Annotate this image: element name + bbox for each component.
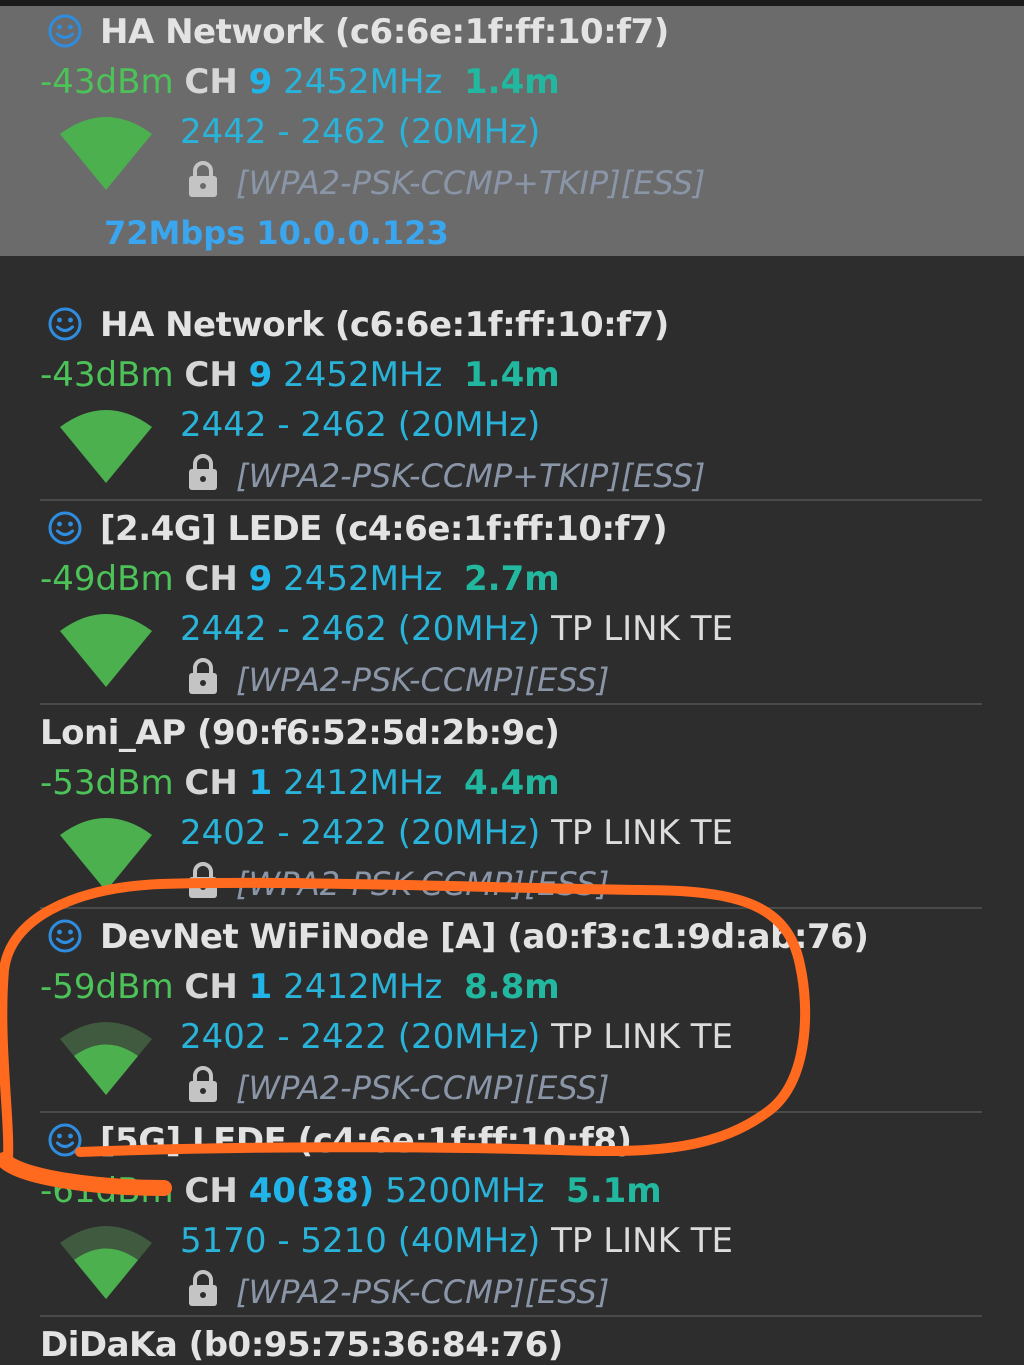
frequency: 5200MHz [385,1171,545,1211]
wifi-signal-icon [60,410,152,483]
lock-icon [189,1066,217,1102]
signal-info-line: -43dBm CH 9 2452MHz 1.4m [40,355,560,395]
signal-info-line: -49dBm CH 9 2452MHz 2.7m [40,559,560,599]
lock-icon [189,658,217,694]
channel-range: 5170 - 5210 (40MHz) [180,1221,541,1261]
channel-number: 9 [248,62,273,102]
channel-number: 1 [248,967,273,1007]
lock-icon [189,454,217,490]
channel-range: 2442 - 2462 (20MHz) [180,405,541,445]
list-divider [40,1315,982,1317]
wifi-signal-icon [60,1022,152,1095]
vendor-name: TP LINK TE [551,609,733,649]
channel-label: CH [184,1171,238,1211]
channel-label: CH [184,62,238,102]
smiley-face-icon [48,1123,82,1157]
smiley-face-icon [48,307,82,341]
channel-range: 2442 - 2462 (20MHz) [180,609,541,649]
security-capabilities: [WPA2-PSK-CCMP][ESS] [236,661,610,699]
signal-strength: -43dBm [40,62,174,102]
signal-strength: -43dBm [40,355,174,395]
channel-label: CH [184,967,238,1007]
channel-label: CH [184,763,238,803]
lock-icon [189,161,217,197]
frequency: 2412MHz [283,967,443,1007]
channel-number: 9 [248,355,273,395]
lock-icon [189,1270,217,1306]
lock-icon [189,862,217,898]
frequency: 2452MHz [283,559,443,599]
network-name: HA Network (c6:6e:1f:ff:10:f7) [100,305,669,345]
network-name: [5G] LEDE (c4:6e:1f:ff:10:f8) [100,1121,632,1161]
channel-label: CH [184,355,238,395]
channel-number: 40(38) [248,1171,375,1211]
security-capabilities: [WPA2-PSK-CCMP][ESS] [236,865,610,903]
network-name: DiDaKa (b0:95:75:36:84:76) [40,1325,563,1365]
channel-range: 2442 - 2462 (20MHz) [180,112,541,152]
channel-number: 9 [248,559,273,599]
signal-strength: -59dBm [40,967,174,1007]
channel-range: 2402 - 2422 (20MHz) [180,813,541,853]
wifi-signal-icon [60,1226,152,1299]
channel-range-line: 2402 - 2422 (20MHz) TP LINK TE [180,1017,733,1057]
channel-number: 1 [248,763,273,803]
frequency: 2412MHz [283,763,443,803]
distance: 2.7m [464,559,560,599]
wifi-signal-icon [60,818,152,891]
channel-range: 2402 - 2422 (20MHz) [180,1017,541,1057]
channel-range-line: 5170 - 5210 (40MHz) TP LINK TE [180,1221,733,1261]
smiley-face-icon [48,14,82,48]
list-divider [40,1111,982,1113]
list-divider [40,703,982,705]
security-capabilities: [WPA2-PSK-CCMP+TKIP][ESS] [236,164,706,202]
signal-info-line: -43dBm CH 9 2452MHz 1.4m [40,62,560,102]
channel-label: CH [184,559,238,599]
distance: 1.4m [464,62,560,102]
frequency: 2452MHz [283,62,443,102]
network-name: [2.4G] LEDE (c4:6e:1f:ff:10:f7) [100,509,668,549]
smiley-face-icon [48,919,82,953]
list-divider [40,499,982,501]
vendor-name: TP LINK TE [551,1017,733,1057]
network-name: HA Network (c6:6e:1f:ff:10:f7) [100,12,669,52]
signal-info-line: -61dBm CH 40(38) 5200MHz 5.1m [40,1171,662,1211]
frequency: 2452MHz [283,355,443,395]
network-name: DevNet WiFiNode [A] (a0:f3:c1:9d:ab:76) [100,917,869,957]
distance: 5.1m [566,1171,662,1211]
signal-info-line: -53dBm CH 1 2412MHz 4.4m [40,763,560,803]
vendor-name: TP LINK TE [551,1221,733,1261]
channel-range-line: 2442 - 2462 (20MHz) TP LINK TE [180,609,733,649]
wifi-signal-icon [60,614,152,687]
wifi-signal-icon [60,117,152,190]
list-divider [40,907,982,909]
smiley-face-icon [48,511,82,545]
signal-strength: -53dBm [40,763,174,803]
signal-info-line: -59dBm CH 1 2412MHz 8.8m [40,967,560,1007]
channel-range-line: 2402 - 2422 (20MHz) TP LINK TE [180,813,733,853]
signal-strength: -61dBm [40,1171,174,1211]
security-capabilities: [WPA2-PSK-CCMP][ESS] [236,1273,610,1311]
security-capabilities: [WPA2-PSK-CCMP+TKIP][ESS] [236,457,706,495]
link-speed-ip: 72Mbps 10.0.0.123 [104,214,449,252]
security-capabilities: [WPA2-PSK-CCMP][ESS] [236,1069,610,1107]
distance: 8.8m [464,967,560,1007]
vendor-name: TP LINK TE [551,813,733,853]
distance: 4.4m [464,763,560,803]
network-name: Loni_AP (90:f6:52:5d:2b:9c) [40,713,560,753]
distance: 1.4m [464,355,560,395]
signal-strength: -49dBm [40,559,174,599]
